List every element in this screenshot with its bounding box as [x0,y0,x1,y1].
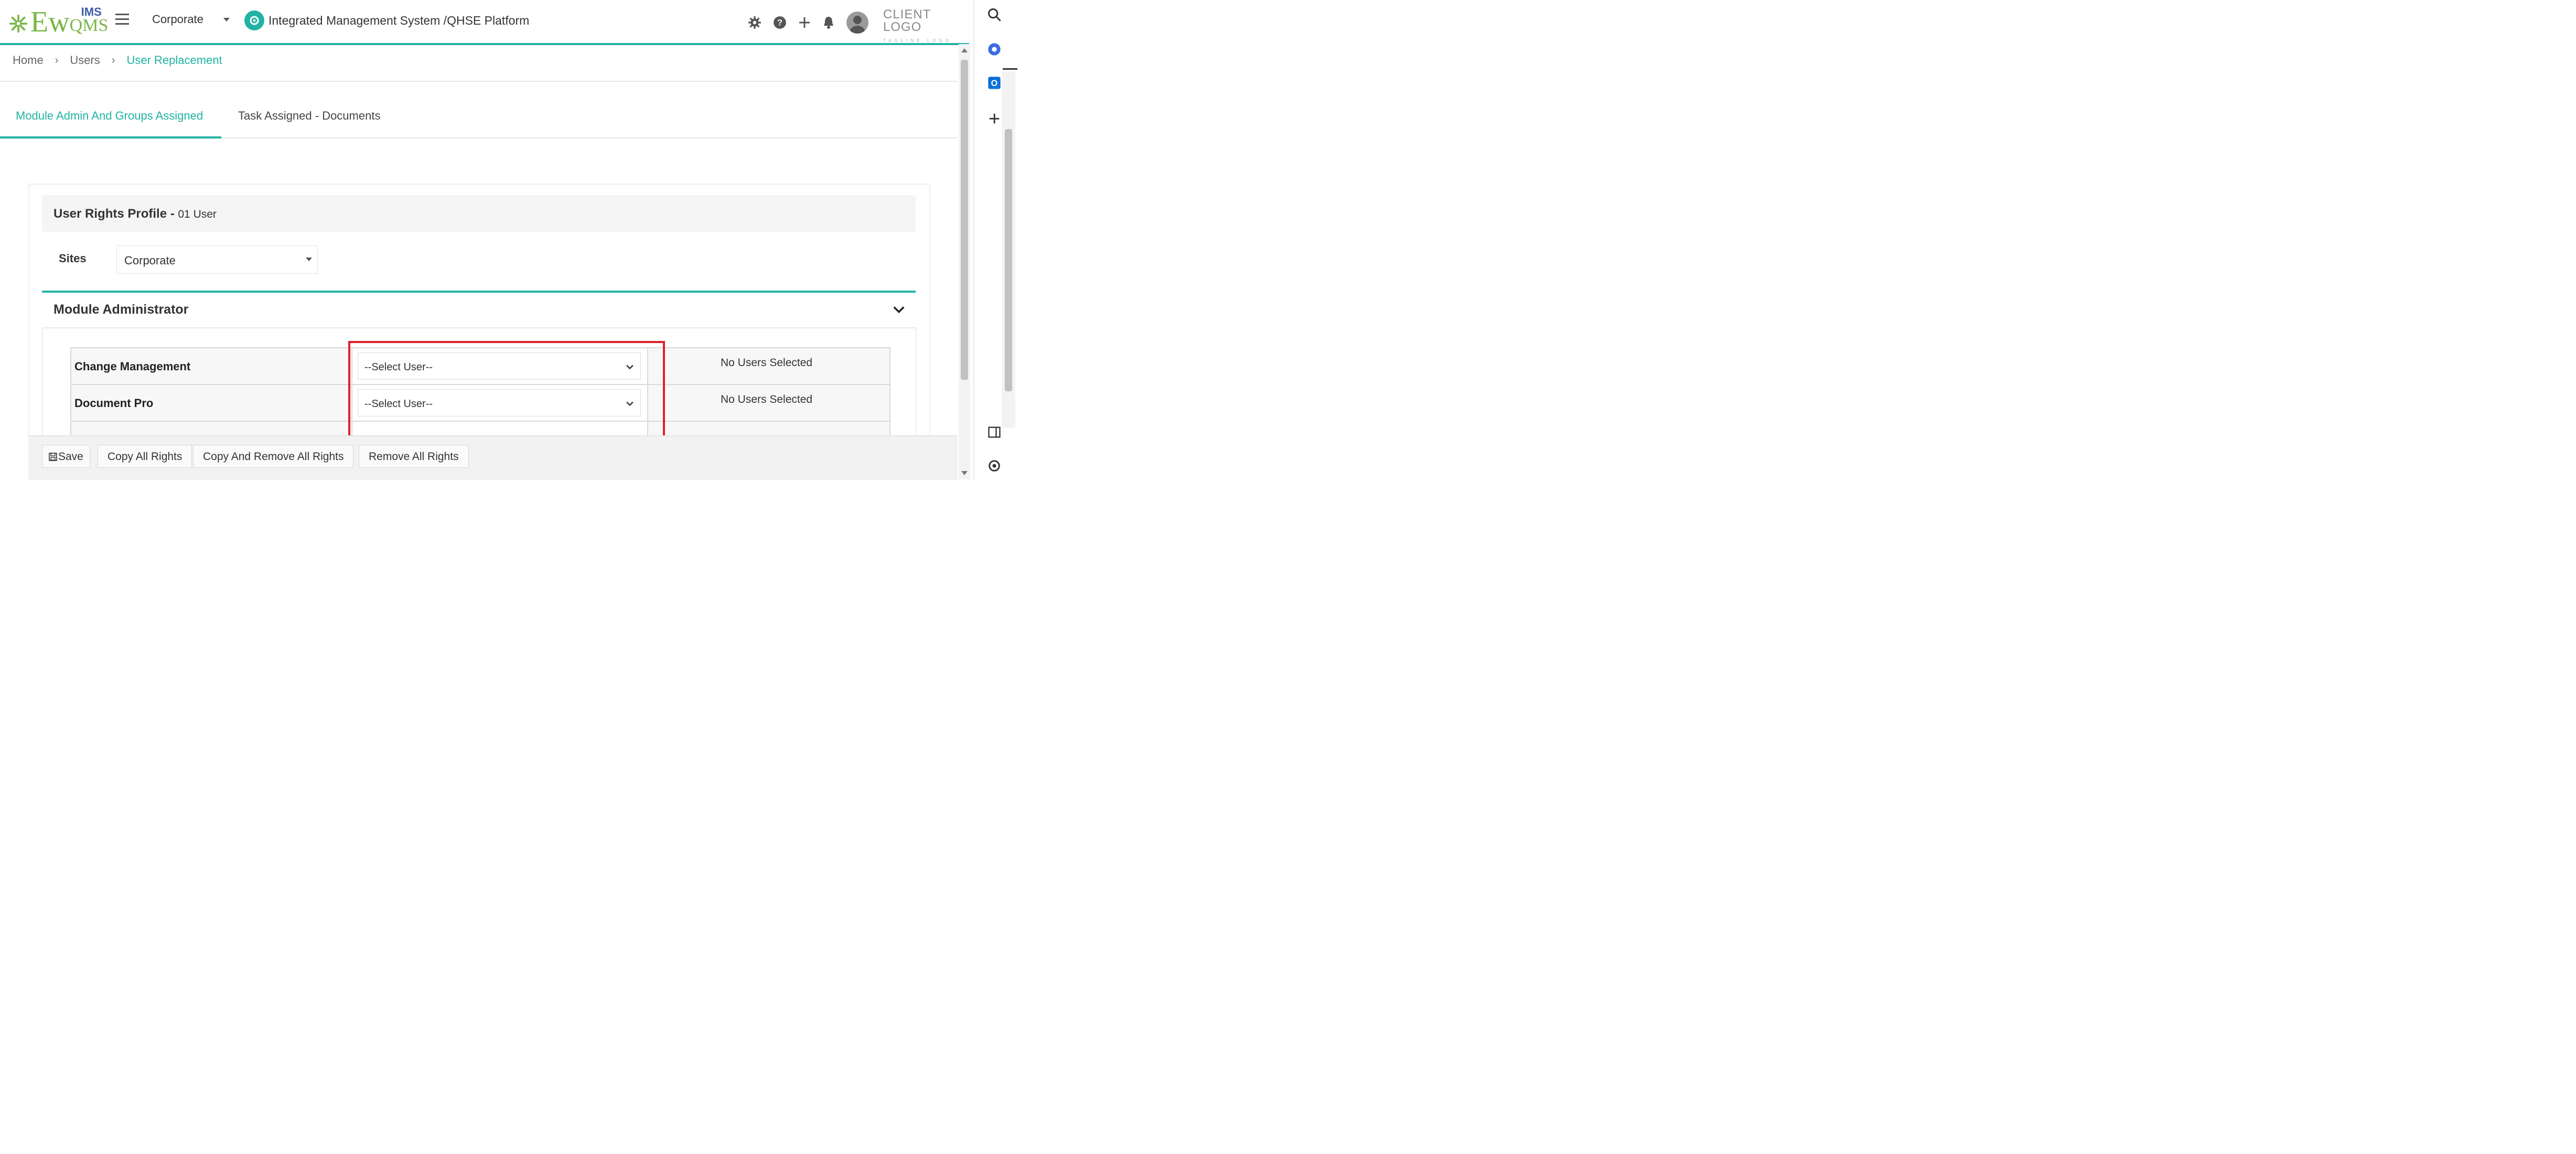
header-icons: ? [748,12,880,34]
site-dropdown-value: Corporate [152,13,203,26]
gear-icon[interactable] [748,16,761,29]
help-icon[interactable]: ? [773,16,787,29]
tab-module-admin[interactable]: Module Admin And Groups Assigned [16,109,203,123]
scroll-up-arrow-icon[interactable] [961,48,968,52]
chevron-down-icon[interactable] [892,302,906,317]
breadcrumb-home[interactable]: Home [13,54,44,67]
module-name: Document Pro [74,397,154,410]
panel-indicator [1003,68,1017,70]
logo-ims-text: IMS [81,5,102,18]
outlook-icon[interactable]: O [987,76,1002,90]
settings-icon[interactable] [987,458,1002,473]
selected-users-status: No Users Selected [721,393,813,405]
platform-title[interactable]: Integrated Management System /QHSE Platf… [244,10,529,30]
ewqms-logo[interactable]: Ew IMS QMS [8,5,108,37]
app-window: Ew IMS QMS Corporate Integrated Managemen… [0,0,1017,480]
selected-users-status: No Users Selected [721,357,813,369]
logo-qms-text: IMS QMS [70,5,109,35]
active-tab-indicator [0,136,221,138]
sites-select-value: Corporate [124,254,176,267]
browser-side-panel: O [973,0,1017,480]
avatar[interactable] [846,12,868,34]
tab-task-assigned-documents[interactable]: Task Assigned - Documents [238,109,380,123]
scrollbar-thumb[interactable] [1005,129,1012,391]
svg-text:O: O [991,79,998,88]
profile-header: User Rights Profile - 01 User [42,195,916,232]
search-icon[interactable] [987,7,1002,22]
module-administrator-title: Module Administrator [53,302,189,317]
logo-ew-text: Ew [30,6,70,38]
module-administrator-header[interactable]: Module Administrator [42,291,916,328]
svg-text:?: ? [777,18,782,27]
floppy-disk-icon [49,453,57,461]
profile-title: User Rights Profile - 01 User [53,207,217,221]
site-dropdown[interactable]: Corporate [152,13,230,26]
platform-gear-icon [244,10,264,30]
copilot-icon[interactable] [987,42,1002,57]
copy-and-remove-all-rights-button[interactable]: Copy And Remove All Rights [193,445,354,468]
client-logo: CLIENT LOGO TAGLINE LOGO [883,8,969,47]
module-name: Change Management [74,360,191,373]
caret-down-icon [306,258,312,261]
bell-icon[interactable] [822,16,835,29]
platform-title-text: Integrated Management System /QHSE Platf… [269,13,530,27]
highlight-annotation-box [348,341,665,442]
save-button[interactable]: Save [42,445,90,468]
sites-label: Sites [59,252,87,265]
save-button-label: Save [58,451,83,463]
hamburger-menu-icon[interactable] [115,14,129,25]
breadcrumb: Home › Users › User Replacement [13,54,222,67]
profile-user: 01 User [178,208,217,220]
sites-select[interactable]: Corporate [116,245,318,274]
side-panel-scrollbar[interactable] [1002,71,1015,428]
logo-flower-icon [9,14,28,33]
main-scrollbar[interactable] [959,44,970,479]
caret-down-icon [223,18,230,22]
client-logo-tagline: TAGLINE LOGO [883,38,952,43]
sidebar-toggle-icon[interactable] [987,425,1002,440]
copy-all-rights-button[interactable]: Copy All Rights [98,445,192,468]
action-toolbar: Save Copy All Rights Copy And Remove All… [28,435,958,480]
chevron-right-icon: › [111,54,115,66]
breadcrumb-users[interactable]: Users [70,54,100,67]
scrollbar-thumb[interactable] [961,60,968,380]
tab-bar: Module Admin And Groups Assigned Task As… [0,93,958,138]
scroll-down-arrow-icon[interactable] [961,471,968,475]
breadcrumb-current: User Replacement [126,54,222,67]
remove-all-rights-button[interactable]: Remove All Rights [359,445,469,468]
divider [0,81,958,82]
add-icon[interactable] [987,111,1002,126]
chevron-right-icon: › [55,54,59,66]
top-navbar: Ew IMS QMS Corporate Integrated Managemen… [0,0,969,45]
plus-icon[interactable] [798,16,811,29]
